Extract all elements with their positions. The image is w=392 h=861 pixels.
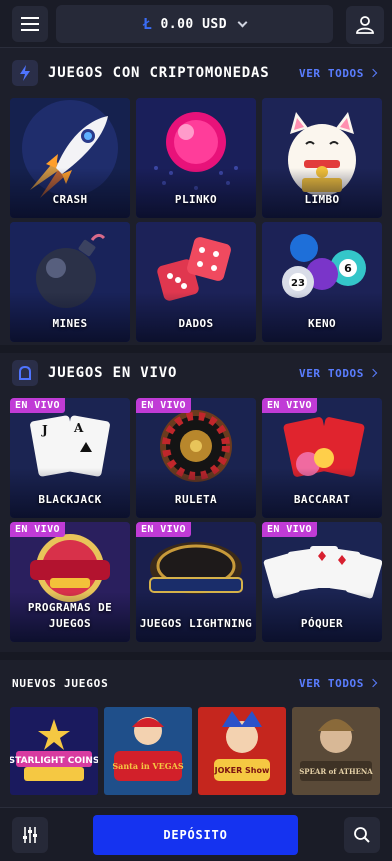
- litecoin-icon: Ł: [142, 15, 153, 33]
- game-label: BLACKJACK: [38, 493, 102, 506]
- section-title: JUEGOS CON CRIPTOMONEDAS: [48, 65, 270, 81]
- section-title: NUEVOS JUEGOS: [12, 676, 109, 690]
- spear-of-athena-logo: SPEAR of ATHENA: [292, 707, 380, 795]
- game-tile-plinko[interactable]: PLINKO: [136, 98, 256, 218]
- chevron-down-icon: [237, 17, 248, 27]
- svg-text:JOKER Show: JOKER Show: [214, 766, 270, 775]
- game-tile-keno[interactable]: 6 23 KENO: [262, 222, 382, 342]
- search-button[interactable]: [344, 817, 380, 853]
- see-all-new-link[interactable]: VER TODOS: [298, 676, 378, 690]
- game-tile-crash[interactable]: CRASH: [10, 98, 130, 218]
- game-tile-mines[interactable]: MINES: [10, 222, 130, 342]
- new-game-tile-santa-in-vegas[interactable]: Santa in VEGAS: [104, 707, 192, 795]
- see-all-crypto-link[interactable]: VER TODOS: [298, 66, 378, 80]
- game-label: RULETA: [174, 493, 218, 506]
- live-badge: EN VIVO: [262, 398, 317, 413]
- live-badge: EN VIVO: [136, 522, 191, 537]
- menu-button[interactable]: [12, 6, 48, 42]
- sliders-icon: [23, 827, 37, 843]
- svg-text:A: A: [73, 421, 84, 435]
- svg-text:Santa in VEGAS: Santa in VEGAS: [112, 761, 183, 771]
- game-tile-lightning[interactable]: EN VIVO JUEGOS LIGHTNING: [136, 522, 256, 642]
- deposit-button[interactable]: DEPÓSITO: [93, 815, 298, 855]
- live-badge: EN VIVO: [10, 522, 65, 537]
- see-all-live-link[interactable]: VER TODOS: [298, 366, 378, 380]
- game-label: MINES: [52, 317, 88, 330]
- section-divider: [0, 652, 392, 660]
- see-all-label: VER TODOS: [298, 366, 364, 380]
- filter-button[interactable]: [12, 817, 48, 853]
- balance-amount: 0.00 USD: [160, 16, 228, 32]
- live-icon: [12, 360, 38, 386]
- game-tile-dice[interactable]: DADOS: [136, 222, 256, 342]
- game-tile-game-shows[interactable]: EN VIVO PROGRAMAS DE JUEGOS: [10, 522, 130, 642]
- balance-selector[interactable]: Ł 0.00 USD: [56, 5, 333, 43]
- starlight-coins-logo: STARLIGHT COINS: [10, 707, 98, 795]
- santa-in-vegas-logo: Santa in VEGAS: [104, 707, 192, 795]
- new-games-row: STARLIGHT COINS Santa in VEGAS JOKER Sho…: [10, 707, 392, 795]
- search-icon: [354, 827, 370, 843]
- game-label: CRASH: [52, 193, 88, 206]
- new-games-header: NUEVOS JUEGOS VER TODOS: [0, 665, 392, 701]
- chevron-right-icon: [368, 368, 378, 378]
- lightning-icon: [12, 60, 38, 86]
- joker-show-logo: JOKER Show: [198, 707, 286, 795]
- crypto-games-grid: CRASH PLINKO LIMBO MINES DADOS 6 23 KENO: [10, 98, 382, 342]
- game-tile-blackjack[interactable]: J A EN VIVO BLACKJACK: [10, 398, 130, 518]
- live-badge: EN VIVO: [10, 398, 65, 413]
- svg-text:SPEAR of ATHENA: SPEAR of ATHENA: [299, 767, 373, 776]
- game-label: BACCARAT: [293, 493, 351, 506]
- new-game-tile-spear-of-athena[interactable]: SPEAR of ATHENA: [292, 707, 380, 795]
- game-tile-baccarat[interactable]: EN VIVO BACCARAT: [262, 398, 382, 518]
- live-badge: EN VIVO: [262, 522, 317, 537]
- new-game-tile-starlight-coins[interactable]: STARLIGHT COINS: [10, 707, 98, 795]
- crypto-games-header: JUEGOS CON CRIPTOMONEDAS VER TODOS: [0, 55, 392, 91]
- live-games-grid: J A EN VIVO BLACKJACK EN VIVO RULETA EN …: [10, 398, 382, 642]
- chevron-right-icon: [368, 68, 378, 78]
- svg-text:J: J: [41, 423, 48, 437]
- section-divider: [0, 345, 392, 353]
- bottom-bar: DEPÓSITO: [0, 807, 392, 861]
- game-label: PROGRAMAS DE JUEGOS: [27, 601, 113, 630]
- chevron-right-icon: [368, 678, 378, 688]
- game-tile-poker[interactable]: EN VIVO PÓQUER: [262, 522, 382, 642]
- menu-icon: [21, 17, 39, 31]
- new-game-tile-joker-show[interactable]: JOKER Show: [198, 707, 286, 795]
- see-all-label: VER TODOS: [298, 66, 364, 80]
- game-label: PÓQUER: [300, 617, 344, 630]
- profile-button[interactable]: [346, 6, 384, 44]
- game-label: DADOS: [178, 317, 214, 330]
- game-label: PLINKO: [174, 193, 218, 206]
- game-tile-roulette[interactable]: EN VIVO RULETA: [136, 398, 256, 518]
- svg-text:6: 6: [344, 262, 352, 275]
- top-bar: Ł 0.00 USD: [0, 0, 392, 48]
- svg-text:STARLIGHT COINS: STARLIGHT COINS: [10, 756, 98, 766]
- game-label: LIMBO: [304, 193, 340, 206]
- game-label: KENO: [307, 317, 337, 330]
- game-label: JUEGOS LIGHTNING: [139, 617, 253, 630]
- user-icon: [356, 16, 374, 34]
- svg-text:23: 23: [291, 278, 305, 289]
- see-all-label: VER TODOS: [298, 676, 364, 690]
- section-title: JUEGOS EN VIVO: [48, 365, 178, 381]
- live-badge: EN VIVO: [136, 398, 191, 413]
- game-tile-limbo[interactable]: LIMBO: [262, 98, 382, 218]
- live-games-header: JUEGOS EN VIVO VER TODOS: [0, 355, 392, 391]
